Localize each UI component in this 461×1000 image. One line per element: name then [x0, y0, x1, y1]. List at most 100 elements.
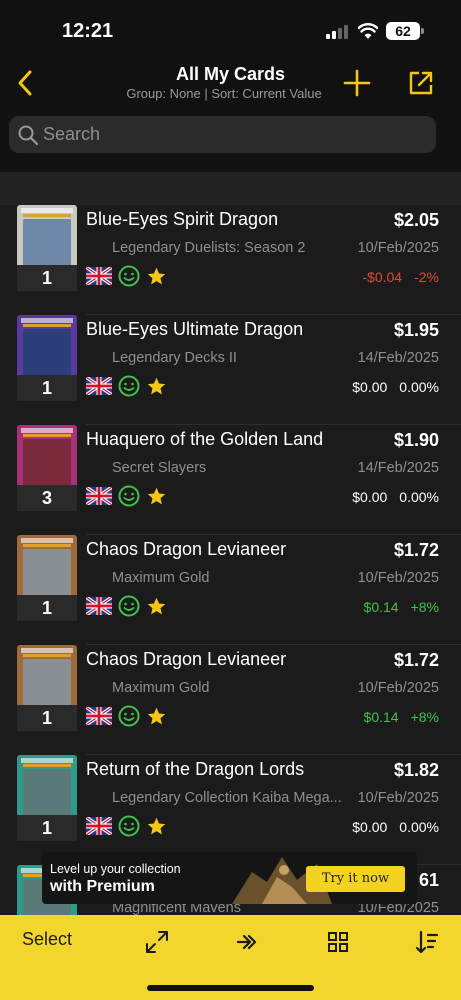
card-price-change: $0.14 +8%	[364, 599, 439, 615]
grid-view-button[interactable]	[323, 927, 353, 957]
card-row[interactable]: 3 Huaquero of the Golden Land Secret Sla…	[0, 425, 461, 535]
cellular-signal-icon	[326, 25, 348, 39]
share-icon	[409, 71, 433, 95]
select-button[interactable]: Select	[22, 929, 72, 950]
search-box[interactable]	[9, 116, 436, 153]
search-icon	[18, 125, 39, 146]
card-date: 10/Feb/2025	[357, 790, 439, 806]
card-price: $1.72	[393, 540, 439, 560]
card-price: 61	[418, 870, 439, 890]
add-card-button[interactable]	[340, 64, 374, 102]
share-button[interactable]	[404, 64, 438, 102]
favorite-star-icon	[147, 267, 166, 284]
uk-flag-icon	[86, 267, 112, 285]
premium-banner[interactable]: Level up your collection with Premium Tr…	[42, 852, 417, 904]
card-price-change: $0.00 0.00%	[352, 819, 439, 835]
change-percent: 0.00%	[399, 489, 439, 505]
section-header-bar	[0, 172, 461, 205]
status-time: 12:21	[62, 20, 114, 42]
favorite-star-icon	[147, 377, 166, 394]
card-tags	[86, 484, 167, 508]
card-tags	[86, 704, 167, 728]
card-date: 10/Feb/2025	[357, 240, 439, 256]
card-quantity: 1	[17, 815, 77, 841]
card-tags	[86, 374, 167, 398]
card-set: Legendary Decks II	[112, 350, 237, 366]
try-premium-button[interactable]: Try it now	[306, 866, 405, 892]
uk-flag-icon	[86, 707, 112, 725]
card-quantity: 1	[17, 265, 77, 291]
change-percent: 0.00%	[399, 819, 439, 835]
skip-button[interactable]	[232, 927, 262, 957]
card-price: $1.90	[393, 430, 439, 450]
change-amount: $0.00	[352, 489, 388, 505]
sort-button[interactable]	[412, 927, 442, 957]
card-row[interactable]: 1 Chaos Dragon Levianeer Maximum Gold $1…	[0, 645, 461, 755]
card-price: $1.82	[393, 760, 439, 780]
card-row[interactable]: 1 Return of the Dragon Lords Legendary C…	[0, 755, 461, 865]
favorite-star-icon	[147, 597, 166, 614]
change-amount: -$0.04	[362, 269, 403, 285]
card-name: Blue-Eyes Spirit Dragon	[86, 209, 279, 229]
card-price-change: $0.00 0.00%	[352, 379, 439, 395]
uk-flag-icon	[86, 487, 112, 505]
card-name: Huaquero of the Golden Land	[86, 429, 324, 449]
card-price: $2.05	[393, 210, 439, 230]
card-price: $1.72	[393, 650, 439, 670]
change-percent: +8%	[410, 709, 439, 725]
search-area	[0, 106, 461, 172]
card-name: Blue-Eyes Ultimate Dragon	[86, 319, 304, 339]
premium-line-1: Level up your collection	[50, 862, 181, 876]
card-set: Legendary Duelists: Season 2	[112, 240, 306, 256]
status-bar: 12:21 62	[0, 0, 461, 60]
card-list[interactable]: 1 Blue-Eyes Spirit Dragon Legendary Duel…	[0, 205, 461, 915]
header-bar: All My Cards Group: None | Sort: Current…	[0, 60, 461, 106]
card-set: Maximum Gold	[112, 570, 210, 586]
expand-arrows-icon	[146, 931, 168, 953]
condition-smiley-icon	[118, 375, 140, 397]
card-row[interactable]: 1 Blue-Eyes Spirit Dragon Legendary Duel…	[0, 205, 461, 315]
card-quantity: 1	[17, 705, 77, 731]
favorite-star-icon	[147, 707, 166, 724]
card-quantity: 1	[17, 375, 77, 401]
card-date: 14/Feb/2025	[357, 460, 439, 476]
card-tags	[86, 264, 167, 288]
card-price-change: $0.14 +8%	[364, 709, 439, 725]
condition-smiley-icon	[118, 595, 140, 617]
condition-smiley-icon	[118, 265, 140, 287]
condition-smiley-icon	[118, 815, 140, 837]
card-name: Chaos Dragon Levianeer	[86, 539, 287, 559]
grid-icon	[328, 932, 348, 952]
change-percent: +8%	[410, 599, 439, 615]
favorite-star-icon	[147, 487, 166, 504]
page-subtitle: Group: None | Sort: Current Value	[126, 86, 322, 101]
card-tags	[86, 814, 167, 838]
card-row[interactable]: 1 Blue-Eyes Ultimate Dragon Legendary De…	[0, 315, 461, 425]
card-date: 10/Feb/2025	[357, 570, 439, 586]
home-indicator	[147, 985, 314, 991]
uk-flag-icon	[86, 597, 112, 615]
expand-button[interactable]	[142, 927, 172, 957]
card-row[interactable]: 1 Chaos Dragon Levianeer Maximum Gold $1…	[0, 535, 461, 645]
card-quantity: 3	[17, 485, 77, 511]
card-set: Legendary Collection Kaiba Mega...	[112, 790, 342, 806]
uk-flag-icon	[86, 377, 112, 395]
double-chevron-right-icon	[236, 934, 257, 950]
change-amount: $0.00	[352, 819, 388, 835]
search-input[interactable]	[43, 116, 423, 153]
card-price: $1.95	[393, 320, 439, 340]
condition-smiley-icon	[118, 485, 140, 507]
sort-descending-icon	[415, 930, 439, 954]
change-amount: $0.14	[363, 709, 399, 725]
plus-icon	[343, 69, 371, 97]
card-name: Return of the Dragon Lords	[86, 759, 305, 779]
change-amount: $0.14	[363, 599, 399, 615]
battery-tip	[421, 28, 424, 34]
card-tags	[86, 594, 167, 618]
card-name: Chaos Dragon Levianeer	[86, 649, 287, 669]
premium-line-2: with Premium	[50, 878, 155, 895]
card-date: 10/Feb/2025	[357, 680, 439, 696]
change-percent: 0.00%	[399, 379, 439, 395]
condition-smiley-icon	[118, 705, 140, 727]
card-set: Maximum Gold	[112, 680, 210, 696]
